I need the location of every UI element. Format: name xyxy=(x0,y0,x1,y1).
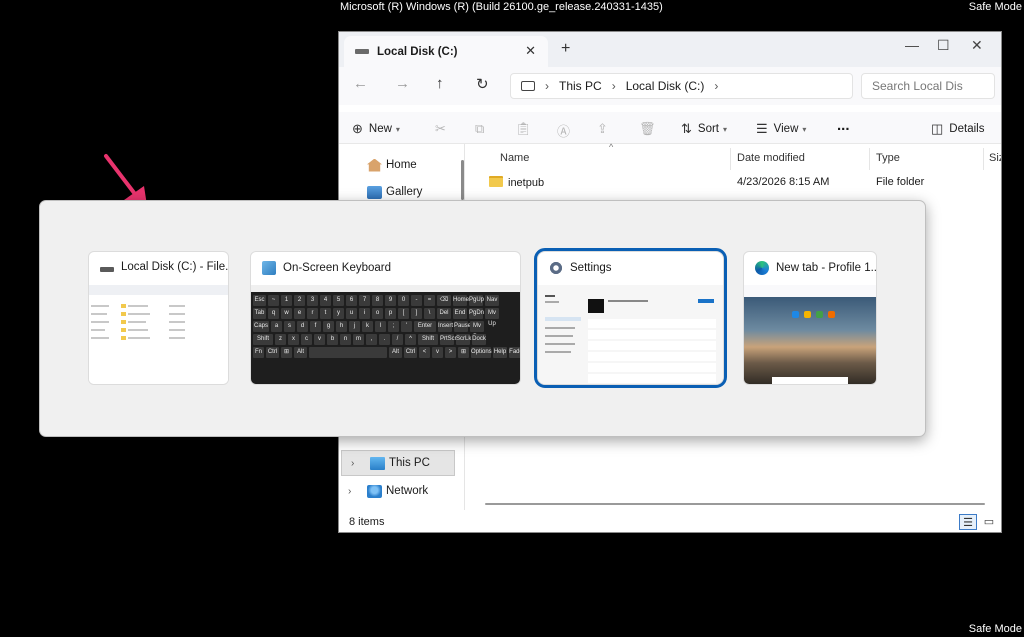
column-header-size[interactable]: Siz xyxy=(989,152,1001,164)
switcher-window-settings[interactable]: Settings xyxy=(534,248,727,388)
scissors-icon: ✂ xyxy=(435,121,446,136)
keyboard-icon xyxy=(262,261,276,275)
chevron-down-icon: ▾ xyxy=(802,124,807,134)
build-watermark: Microsoft (R) Windows (R) (Build 26100.g… xyxy=(340,1,663,13)
column-header-date-modified[interactable]: Date modified xyxy=(737,152,805,164)
home-icon xyxy=(367,158,382,172)
tab-local-disk[interactable]: Local Disk (C:) ✕ xyxy=(344,36,548,67)
copy-icon: ⧉ xyxy=(475,121,485,136)
chevron-right-icon: › xyxy=(545,79,549,93)
task-switcher: Local Disk (C:) - File... On-Screen Keyb… xyxy=(39,200,926,437)
nav-network[interactable]: › Network xyxy=(339,478,465,504)
chevron-right-icon[interactable]: › xyxy=(714,79,718,93)
plus-circle-icon: ⊕ xyxy=(352,121,363,136)
desktop: Microsoft (R) Windows (R) (Build 26100.g… xyxy=(0,0,1024,637)
forward-button[interactable]: → xyxy=(395,75,410,92)
switcher-window-explorer[interactable]: Local Disk (C:) - File... xyxy=(88,251,229,385)
share-button[interactable]: ⇪ xyxy=(597,121,614,137)
window-thumbnail xyxy=(744,285,876,384)
back-button[interactable]: ← xyxy=(353,75,368,92)
address-bar[interactable]: › This PC › Local Disk (C:) › xyxy=(510,73,853,99)
column-header-name[interactable]: Name xyxy=(500,152,529,164)
chevron-right-icon[interactable]: › xyxy=(351,458,354,469)
details-button[interactable]: ◫ Details xyxy=(931,121,984,137)
close-button[interactable]: ✕ xyxy=(971,37,983,54)
new-button[interactable]: ⊕ New ▾ xyxy=(352,121,400,137)
cut-button[interactable]: ✂ xyxy=(435,121,452,137)
more-options-button[interactable]: ... xyxy=(837,117,850,134)
column-divider[interactable] xyxy=(983,148,984,170)
this-pc-icon xyxy=(521,81,535,91)
sort-icon: ⇅ xyxy=(681,121,692,136)
up-button[interactable]: ↑ xyxy=(436,75,444,92)
rename-button[interactable]: Ⓐ xyxy=(557,121,576,140)
refresh-button[interactable]: ↻ xyxy=(476,75,489,93)
new-tab-button[interactable]: + xyxy=(561,40,570,58)
window-thumbnail: Esc ~1 2 3 4 5 6 7 8 9 0- = ⌫ Home PgUp Nav Tab q w e r t y u i… xyxy=(251,285,520,384)
horizontal-scrollbar[interactable] xyxy=(485,503,985,505)
copy-button[interactable]: ⧉ xyxy=(475,121,490,137)
window-thumbnail xyxy=(89,285,228,384)
tab-close-icon[interactable]: ✕ xyxy=(525,43,536,59)
this-pc-icon xyxy=(370,456,385,470)
view-button[interactable]: ☰ View ▾ xyxy=(756,121,806,137)
breadcrumb-this-pc[interactable]: This PC xyxy=(559,79,602,93)
rename-icon: Ⓐ xyxy=(557,124,571,139)
window-thumbnail xyxy=(538,285,723,384)
chevron-down-icon: ▾ xyxy=(723,124,728,134)
drive-icon xyxy=(100,266,114,272)
network-icon xyxy=(367,484,382,498)
column-divider[interactable] xyxy=(869,148,870,170)
window-title: New tab - Profile 1... xyxy=(776,262,877,274)
nav-scrollbar[interactable] xyxy=(461,160,464,200)
sort-button[interactable]: ⇅ Sort ▾ xyxy=(681,121,727,137)
file-row-date: 4/23/2026 8:15 AM xyxy=(737,176,830,188)
sort-indicator-icon: ^ xyxy=(609,142,614,152)
window-title: Local Disk (C:) - File... xyxy=(121,261,229,273)
edge-icon xyxy=(755,261,769,275)
details-pane-icon: ◫ xyxy=(931,121,944,136)
switcher-window-on-screen-keyboard[interactable]: On-Screen Keyboard Esc ~1 2 3 4 5 6 7 8 9 0- = ⌫ Home… xyxy=(250,251,521,385)
nav-this-pc[interactable]: › This PC xyxy=(341,450,455,476)
maximize-button[interactable]: ☐ xyxy=(937,37,950,54)
safe-mode-label-bottom: Safe Mode xyxy=(968,623,1022,635)
window-title: On-Screen Keyboard xyxy=(283,262,392,274)
window-title: Settings xyxy=(570,262,612,274)
trash-icon: 🗑︎ xyxy=(639,121,656,136)
switcher-window-edge-new-tab[interactable]: New tab - Profile 1... xyxy=(743,251,877,385)
delete-button[interactable]: 🗑︎ xyxy=(639,121,662,137)
folder-icon xyxy=(489,176,503,187)
minimize-button[interactable]: — xyxy=(905,37,919,53)
view-lines-icon: ☰ xyxy=(756,121,768,136)
share-icon: ⇪ xyxy=(597,121,608,136)
chevron-down-icon: ▾ xyxy=(395,124,400,134)
search-input[interactable]: Search Local Dis xyxy=(861,73,995,99)
drive-icon xyxy=(355,49,369,54)
chevron-right-icon[interactable]: › xyxy=(348,486,351,497)
item-count: 8 items xyxy=(349,516,385,528)
breadcrumb-local-disk[interactable]: Local Disk (C:) xyxy=(626,79,705,93)
details-view-button[interactable]: ☰ xyxy=(959,514,977,530)
gear-icon xyxy=(549,261,563,275)
tiles-view-button[interactable]: ▭ xyxy=(980,514,998,530)
paste-button[interactable]: 📋︎ xyxy=(515,121,538,137)
file-row-name[interactable]: inetpub xyxy=(489,176,544,189)
chevron-right-icon: › xyxy=(611,79,616,93)
status-bar: 8 items ☰ ▭ xyxy=(339,510,1001,532)
safe-mode-label-top: Safe Mode xyxy=(968,1,1022,13)
column-divider[interactable] xyxy=(730,148,731,170)
paste-icon: 📋︎ xyxy=(515,121,532,136)
file-row-type: File folder xyxy=(876,176,925,188)
title-bar: Local Disk (C:) ✕ + — ☐ ✕ xyxy=(339,32,1001,67)
command-bar: ⊕ New ▾ ✂ ⧉ 📋︎ Ⓐ ⇪ 🗑︎ ⇅ Sort ▾ ☰ View ▾ ... ◫ D… xyxy=(339,112,1001,144)
nav-home[interactable]: Home xyxy=(339,152,465,178)
tab-title: Local Disk (C:) xyxy=(377,45,458,58)
column-header-type[interactable]: Type xyxy=(876,152,900,164)
gallery-icon xyxy=(367,185,382,199)
